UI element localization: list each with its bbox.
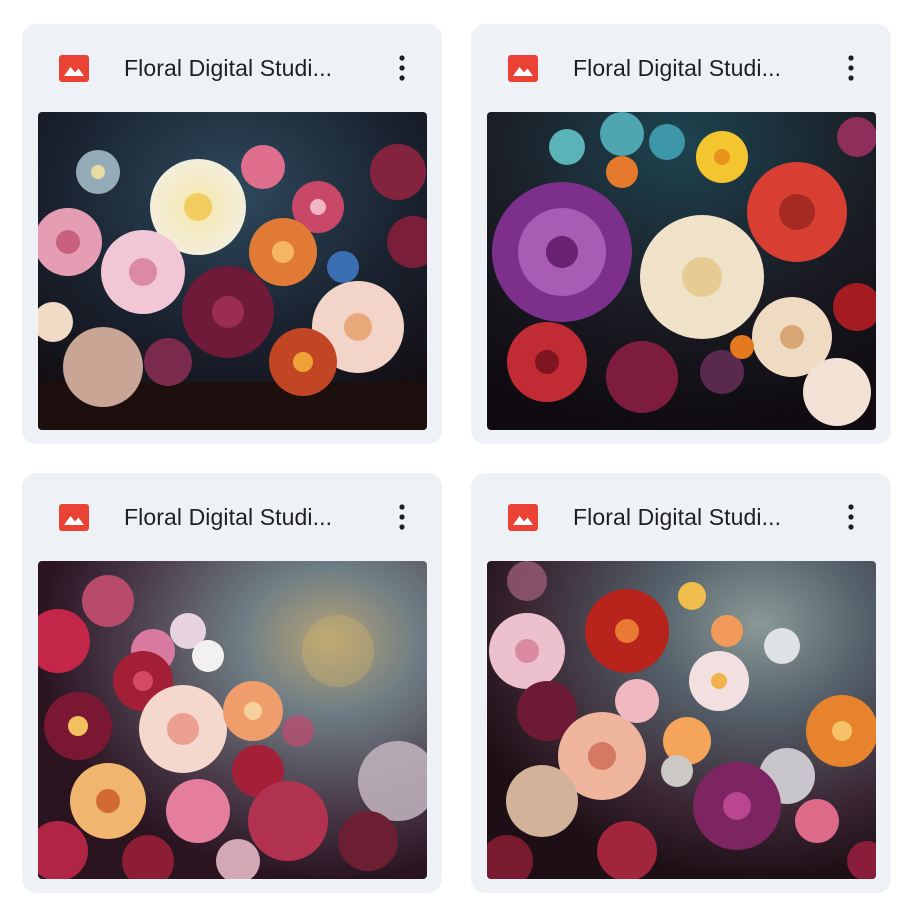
file-card[interactable]: Floral Digital Studi... xyxy=(22,473,442,893)
file-grid: Floral Digital Studi... Floral Digital S… xyxy=(0,0,908,906)
file-thumbnail[interactable] xyxy=(487,112,876,430)
file-title[interactable]: Floral Digital Studi... xyxy=(124,54,376,82)
more-vert-icon xyxy=(848,504,854,530)
more-vert-icon xyxy=(399,504,405,530)
file-thumbnail[interactable] xyxy=(487,561,876,879)
more-vert-icon xyxy=(848,55,854,81)
file-card-header: Floral Digital Studi... xyxy=(471,24,891,112)
file-card-header: Floral Digital Studi... xyxy=(22,24,442,112)
image-icon xyxy=(59,55,89,82)
file-card-header: Floral Digital Studi... xyxy=(471,473,891,561)
image-icon xyxy=(59,504,89,531)
file-card-header: Floral Digital Studi... xyxy=(22,473,442,561)
image-icon xyxy=(508,504,538,531)
file-thumbnail[interactable] xyxy=(38,112,427,430)
file-title[interactable]: Floral Digital Studi... xyxy=(573,503,825,531)
image-icon xyxy=(508,55,538,82)
more-options-button[interactable] xyxy=(833,48,869,88)
file-card[interactable]: Floral Digital Studi... xyxy=(471,24,891,444)
file-thumbnail[interactable] xyxy=(38,561,427,879)
more-options-button[interactable] xyxy=(384,497,420,537)
file-title[interactable]: Floral Digital Studi... xyxy=(573,54,825,82)
more-options-button[interactable] xyxy=(384,48,420,88)
more-vert-icon xyxy=(399,55,405,81)
file-card[interactable]: Floral Digital Studi... xyxy=(471,473,891,893)
file-title[interactable]: Floral Digital Studi... xyxy=(124,503,376,531)
more-options-button[interactable] xyxy=(833,497,869,537)
file-card[interactable]: Floral Digital Studi... xyxy=(22,24,442,444)
